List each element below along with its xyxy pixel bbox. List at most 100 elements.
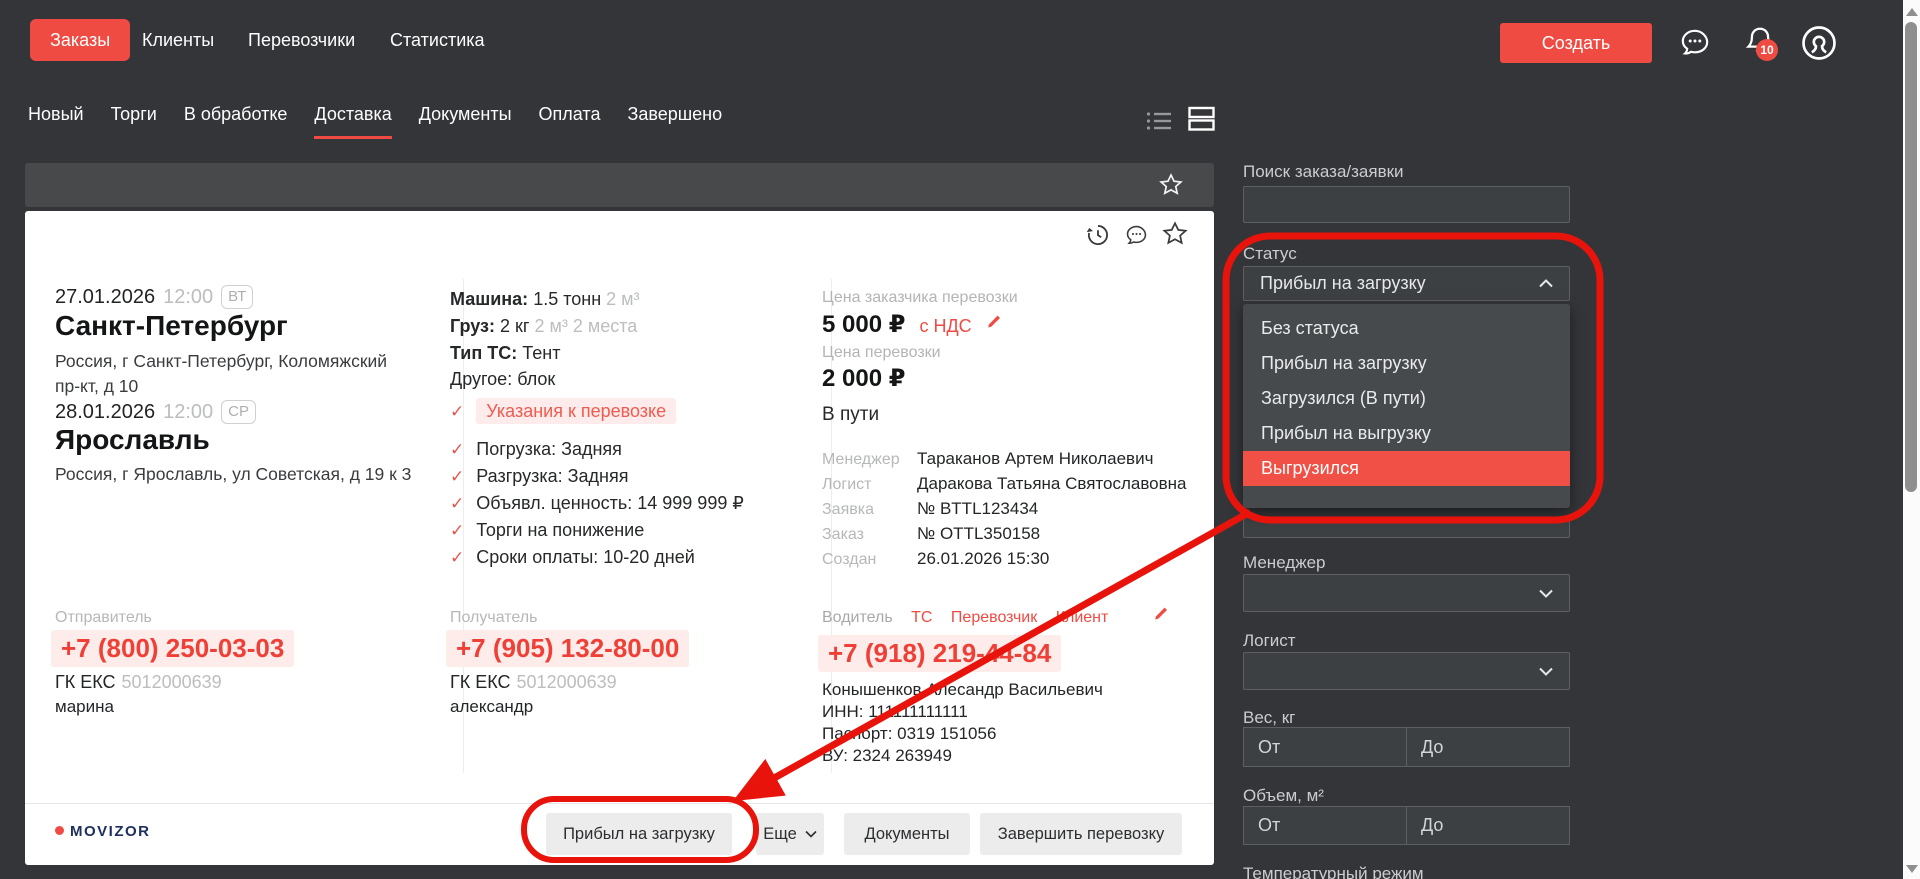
sender-company: ГК ЕКС 5012000639 <box>55 672 222 692</box>
order-card: 27.01.2026 12:00 ВТ Санкт-Петербург Россия… <box>25 211 1214 865</box>
status-select[interactable]: Прибыл на загрузку <box>1243 266 1570 301</box>
volume-from-input[interactable] <box>1243 806 1407 845</box>
checklist-item: ✓ Торги на понижение <box>450 520 645 540</box>
status-option-none[interactable]: Без статуса <box>1243 311 1570 346</box>
checklist-item: ✓ Сроки оплаты: 10-20 дней <box>450 547 695 567</box>
more-button[interactable]: Еще <box>756 813 824 855</box>
nav-item-statistics[interactable]: Статистика <box>390 19 485 61</box>
customer-price: 5 000 ₽ с НДС <box>822 310 1002 339</box>
tab-processing[interactable]: В обработке <box>184 104 288 139</box>
scroll-up-arrow[interactable] <box>1906 8 1918 16</box>
weekday-badge: СР <box>221 400 257 424</box>
check-icon: ✓ <box>450 440 465 459</box>
footer-divider <box>25 803 1214 804</box>
page-scrollbar[interactable] <box>1903 0 1920 879</box>
driver-phone[interactable]: +7 (918) 219-44-84 <box>818 635 1062 672</box>
meta-order-number: Заказ № OTTL350158 <box>822 524 1041 543</box>
cards-view-icon[interactable] <box>1188 105 1215 132</box>
finish-transport-button[interactable]: Завершить перевозку <box>980 813 1182 855</box>
checklist-item: ✓ Разгрузка: Задняя <box>450 466 629 486</box>
status-option-unloaded[interactable]: Выгрузился <box>1243 451 1570 486</box>
tab-documents[interactable]: Документы <box>419 104 512 139</box>
favorite-star-icon[interactable] <box>1161 220 1189 248</box>
tab-completed[interactable]: Завершено <box>627 104 722 139</box>
chevron-down-icon <box>1539 589 1553 598</box>
manager-filter-label: Менеджер <box>1243 553 1326 572</box>
vehicle-type-info: Тип ТС: Тент <box>450 343 561 363</box>
receiver-contact: александр <box>450 697 534 716</box>
tab-new[interactable]: Новый <box>28 104 84 139</box>
meta-manager: Менеджер Тараканов Артем Николаевич <box>822 449 1154 468</box>
history-icon[interactable] <box>1085 222 1111 248</box>
transport-instructions-link[interactable]: ✓ Указания к перевозке <box>450 398 677 424</box>
notification-count-badge: 10 <box>1756 39 1778 61</box>
nav-item-carriers[interactable]: Перевозчики <box>248 19 355 61</box>
tab-driver[interactable]: Водитель <box>822 609 893 626</box>
status-option-loaded[interactable]: Загрузился (В пути) <box>1243 381 1570 416</box>
arrived-for-loading-button[interactable]: Прибыл на загрузку <box>546 813 732 855</box>
list-view-icon[interactable] <box>1146 110 1172 132</box>
sender-phone[interactable]: +7 (800) 250-03-03 <box>51 630 295 667</box>
logist-select[interactable] <box>1243 652 1570 690</box>
chevron-down-icon <box>1539 667 1553 676</box>
loading-city: Санкт-Петербург <box>55 310 288 341</box>
check-icon: ✓ <box>450 494 465 513</box>
status-option-arrived-unloading[interactable]: Прибыл на выгрузку <box>1243 416 1570 451</box>
edit-driver-pencil-icon[interactable] <box>1153 606 1169 622</box>
nav-item-clients[interactable]: Клиенты <box>142 19 214 61</box>
carrier-price-label: Цена перевозки <box>822 344 941 361</box>
loading-date: 27.01.2026 12:00 ВТ <box>55 285 254 309</box>
nav-item-orders[interactable]: Заказы <box>30 19 131 61</box>
status-option-arrived-loading[interactable]: Прибыл на загрузку <box>1243 346 1570 381</box>
chevron-up-icon <box>1539 279 1553 288</box>
vat-flag[interactable]: с НДС <box>919 316 971 336</box>
counterparty-tabs: Водитель ТС Перевозчик Клиент <box>822 609 1122 627</box>
cargo-info: Груз: 2 кг 2 м³ 2 места <box>450 316 638 336</box>
weight-filter-label: Вес, кг <box>1243 708 1296 727</box>
unloading-city: Ярославль <box>55 424 210 455</box>
customer-price-label: Цена заказчика перевозки <box>822 289 1018 306</box>
receiver-company: ГК ЕКС 5012000639 <box>450 672 617 692</box>
loading-address: Россия, г Санкт-Петербург, Коломяжский п… <box>55 351 388 396</box>
transit-status: В пути <box>822 404 880 425</box>
driver-name: Конышенков Алесандр Васильевич <box>822 680 1103 699</box>
weight-from-input[interactable] <box>1243 727 1407 767</box>
logist-filter-label: Логист <box>1243 631 1296 650</box>
machine-info: Машина: 1.5 тонн 2 м³ <box>450 289 640 309</box>
tab-auction[interactable]: Торги <box>111 104 157 139</box>
unloading-date: 28.01.2026 12:00 СР <box>55 400 257 424</box>
app-root: Заказы Клиенты Перевозчики Статистика Со… <box>0 0 1920 879</box>
scroll-down-arrow[interactable] <box>1906 865 1918 873</box>
movizor-logo[interactable]: MOVIZOR <box>55 823 151 840</box>
chat-icon[interactable] <box>1124 223 1149 248</box>
sender-label: Отправитель <box>55 609 152 626</box>
search-input[interactable] <box>1243 186 1570 223</box>
collapsed-order-row[interactable] <box>25 163 1214 207</box>
tab-client[interactable]: Клиент <box>1056 609 1109 626</box>
profile-icon[interactable] <box>1799 23 1839 63</box>
scrollbar-thumb[interactable] <box>1905 22 1917 492</box>
meta-created: Создан 26.01.2026 15:30 <box>822 549 1050 568</box>
manager-select[interactable] <box>1243 574 1570 612</box>
checklist-item: ✓ Объявл. ценность: 14 999 999 ₽ <box>450 493 744 513</box>
check-icon: ✓ <box>450 521 465 540</box>
edit-price-pencil-icon[interactable] <box>986 314 1002 330</box>
movizor-dot-icon <box>55 826 64 835</box>
volume-to-input[interactable] <box>1406 806 1570 845</box>
chat-icon[interactable] <box>1678 26 1712 60</box>
receiver-phone[interactable]: +7 (905) 132-80-00 <box>446 630 690 667</box>
driver-inn: ИНН: 111111111111 <box>822 702 968 721</box>
tab-delivery[interactable]: Доставка <box>314 104 392 139</box>
weekday-badge: ВТ <box>221 285 254 309</box>
tab-payment[interactable]: Оплата <box>539 104 601 139</box>
tab-carrier[interactable]: Перевозчик <box>951 609 1037 626</box>
status-dropdown-list: Без статуса Прибыл на загрузку Загрузилс… <box>1243 304 1570 508</box>
tab-vehicle[interactable]: ТС <box>911 609 932 626</box>
driver-license: ВУ: 2324 263949 <box>822 746 952 765</box>
unloading-address: Россия, г Ярославль, ул Советская, д 19 … <box>55 464 412 484</box>
create-button[interactable]: Создать <box>1500 23 1652 63</box>
documents-button[interactable]: Документы <box>844 813 970 855</box>
favorite-star-icon[interactable] <box>1158 172 1184 198</box>
check-icon: ✓ <box>450 402 465 421</box>
weight-to-input[interactable] <box>1406 727 1570 767</box>
